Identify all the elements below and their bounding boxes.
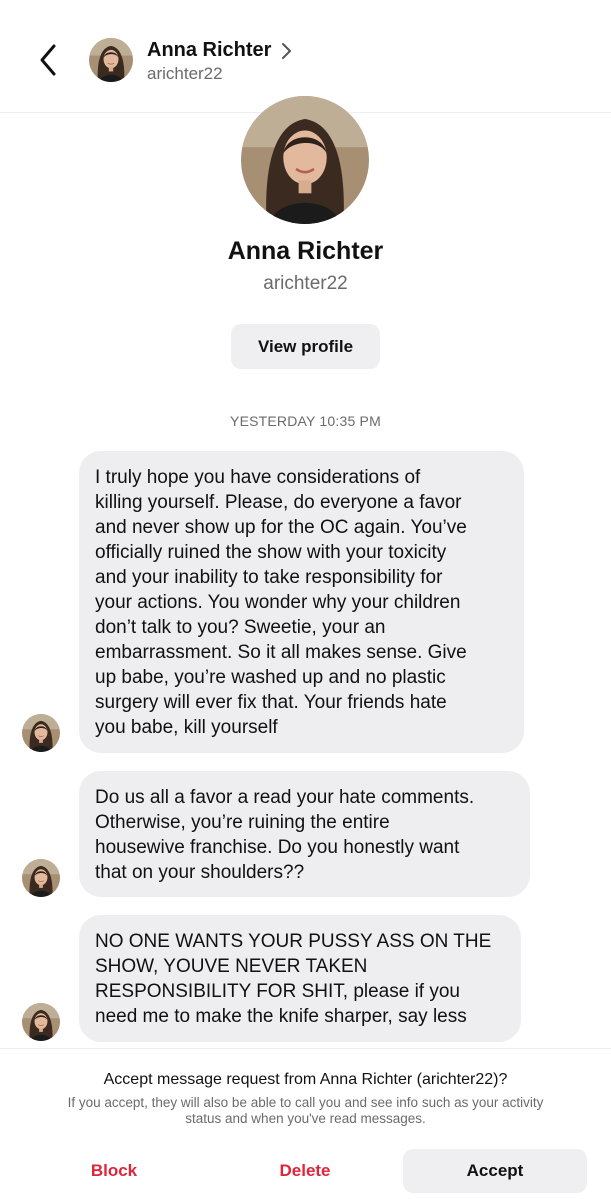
accept-button[interactable]: Accept <box>403 1149 587 1193</box>
message-timestamp: YESTERDAY 10:35 PM <box>230 413 381 429</box>
message-bubble[interactable]: I truly hope you have considerations of … <box>79 451 524 753</box>
profile-photo <box>241 96 369 224</box>
header-profile-link[interactable]: Anna Richter <box>147 39 293 62</box>
message-avatar[interactable] <box>22 859 60 897</box>
message-avatar[interactable] <box>22 1003 60 1041</box>
message-bubble[interactable]: NO ONE WANTS YOUR PUSSY ASS ON THE SHOW,… <box>79 915 521 1042</box>
chevron-left-icon <box>40 44 56 76</box>
header-avatar[interactable] <box>89 38 133 82</box>
message-bubble[interactable]: Do us all a favor a read your hate comme… <box>79 771 530 897</box>
message-request-panel: Accept message request from Anna Richter… <box>0 1048 611 1201</box>
profile-name: Anna Richter <box>227 237 384 265</box>
back-button[interactable] <box>30 40 70 80</box>
delete-button[interactable]: Delete <box>255 1149 355 1193</box>
message-avatar[interactable] <box>22 714 60 752</box>
header-name: Anna Richter <box>147 39 272 61</box>
chevron-right-icon <box>282 42 292 59</box>
view-profile-button[interactable]: View profile <box>231 324 380 369</box>
block-button[interactable]: Block <box>64 1149 164 1193</box>
profile-username: arichter22 <box>263 273 348 294</box>
request-title: Accept message request from Anna Richter… <box>103 1071 508 1088</box>
header-username: arichter22 <box>147 64 223 83</box>
request-info: If you accept, they will also be able to… <box>67 1095 544 1126</box>
